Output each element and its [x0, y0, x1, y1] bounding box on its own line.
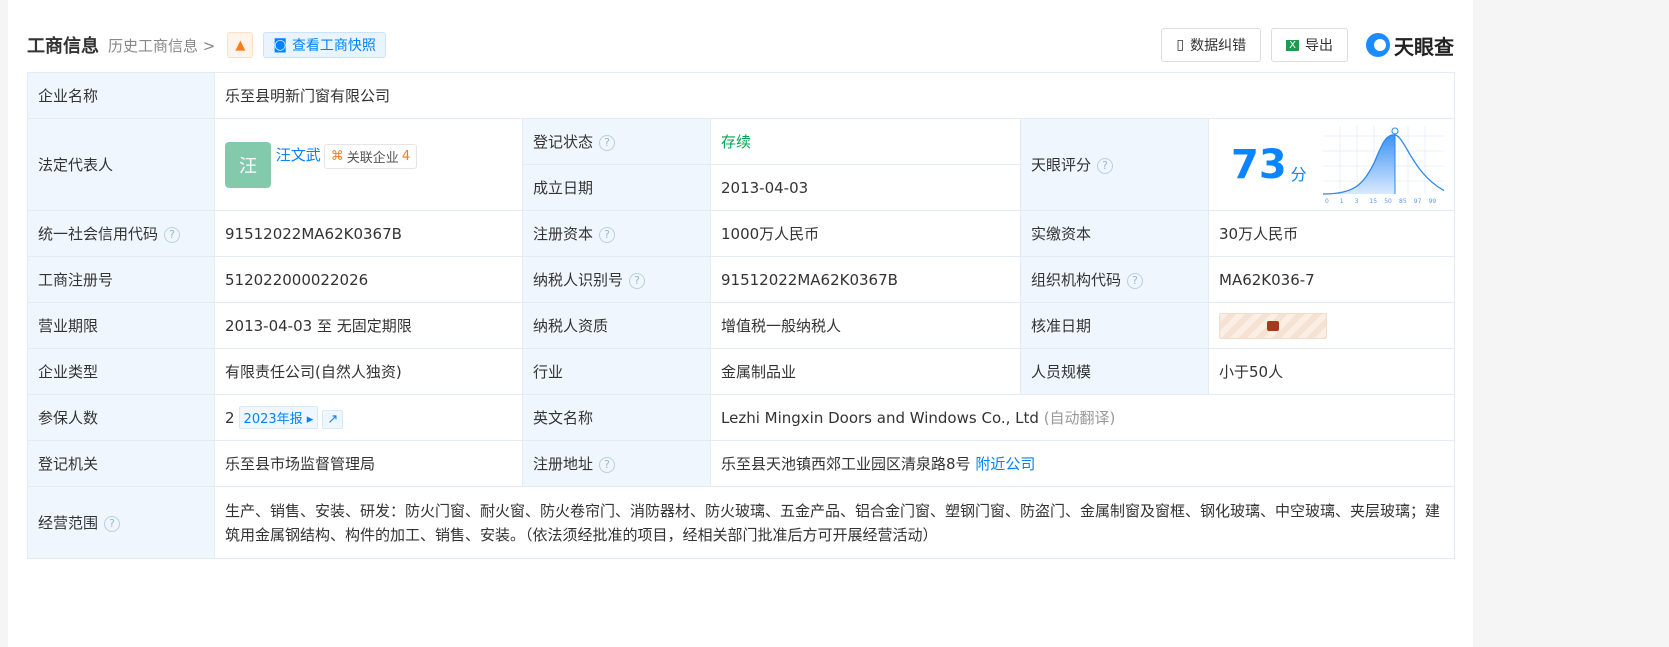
auto-translate-note: (自动翻译): [1043, 409, 1116, 427]
label: 法定代表人: [27, 118, 215, 211]
label: 营业期限: [27, 302, 215, 349]
snapshot-label: 查看工商快照: [291, 38, 376, 54]
label: 经营范围: [38, 514, 99, 532]
tax-id: 91512022MA62K0367B: [710, 256, 1021, 303]
label: 成立日期: [522, 164, 711, 211]
label: 行业: [522, 348, 711, 395]
help-icon[interactable]: ?: [1127, 272, 1144, 289]
credit-code: 91512022MA62K0367B: [214, 210, 523, 257]
excel-icon: X: [1286, 39, 1299, 51]
report-label: 2023年报: [243, 412, 303, 427]
reg-number: 512022000022026: [214, 256, 523, 303]
axis-tick-label: 1: [1339, 198, 1343, 204]
label: 人员规模: [1020, 348, 1209, 395]
label: 参保人数: [27, 394, 215, 441]
registered-capital: 1000万人民币: [710, 210, 1021, 257]
logo-icon: [1366, 33, 1390, 57]
axis-tick-label: 0: [1325, 198, 1329, 204]
label: 注册地址: [533, 455, 594, 473]
export-button[interactable]: X 导出: [1271, 28, 1348, 62]
legal-rep-link[interactable]: 汪文武: [276, 146, 321, 164]
help-icon[interactable]: ?: [104, 515, 121, 532]
history-link[interactable]: 历史工商信息 >: [108, 35, 215, 56]
label: 登记机关: [27, 440, 215, 487]
camera-icon: ◙: [273, 37, 287, 53]
correct-label: 数据纠错: [1190, 38, 1247, 54]
business-term: 2013-04-03 至 无固定期限: [214, 302, 523, 349]
label: 实缴资本: [1020, 210, 1209, 257]
score-marker-dot: [1391, 127, 1399, 134]
axis-tick-label: 15: [1369, 198, 1377, 204]
trend-chart-icon[interactable]: ↗: [322, 410, 344, 429]
label: 工商注册号: [27, 256, 215, 303]
annual-report-button[interactable]: 2023年报 ▸: [238, 406, 319, 429]
snapshot-button[interactable]: ◙ 查看工商快照: [263, 32, 386, 58]
status-value: 存续: [710, 118, 1021, 165]
found-date: 2013-04-03: [710, 164, 1021, 211]
help-icon[interactable]: ?: [599, 134, 616, 151]
label: 纳税人资质: [522, 302, 711, 349]
staff-size: 小于50人: [1208, 348, 1455, 395]
related-companies-button[interactable]: ⌘ 关联企业 4: [323, 143, 418, 169]
org-code: MA62K036-7: [1208, 256, 1455, 303]
avatar: 汪: [225, 141, 271, 188]
logo: 天眼查: [1366, 31, 1454, 60]
label: 企业类型: [27, 348, 215, 395]
help-icon[interactable]: ?: [629, 272, 646, 289]
score-unit: 分: [1290, 164, 1307, 184]
label: 注册资本: [533, 225, 594, 243]
axis-tick-label: 99: [1428, 198, 1436, 204]
header: 工商信息 历史工商信息 > ▲ ◙ 查看工商快照 ▯ 数据纠错 X 导出 天眼查: [27, 28, 1454, 62]
business-scope: 生产、销售、安装、研发：防火门窗、耐火窗、防火卷帘门、消防器材、防火玻璃、五金产…: [214, 486, 1455, 559]
label: 天眼评分: [1031, 156, 1092, 174]
help-icon[interactable]: ?: [164, 226, 181, 243]
label: 纳税人识别号: [533, 271, 624, 289]
company-type: 有限责任公司(自然人独资): [214, 348, 523, 395]
axis-tick-label: 97: [1413, 198, 1421, 204]
help-icon[interactable]: ?: [599, 456, 616, 473]
export-label: 导出: [1305, 38, 1333, 54]
help-icon[interactable]: ?: [1097, 157, 1114, 174]
industry: 金属制品业: [710, 348, 1021, 395]
info-table: 企业名称 乐至县明新门窗有限公司 法定代表人 汪 汪文武 ⌘ 关联企业 4 登记状态?…: [27, 72, 1455, 559]
related-count: 4: [401, 148, 411, 164]
document-icon: ▯: [1176, 37, 1185, 53]
label: 统一社会信用代码: [38, 225, 159, 243]
label: 企业名称: [27, 72, 215, 119]
score-distribution-chart[interactable]: 0 1 3 15 50 85 97 99 100: [1322, 125, 1444, 204]
label: 组织机构代码: [1031, 271, 1122, 289]
insured-count: 2: [225, 409, 235, 427]
axis-tick-label: 3: [1354, 198, 1358, 204]
locked-value[interactable]: [1219, 312, 1327, 339]
panel: 工商信息 历史工商信息 > ▲ ◙ 查看工商快照 ▯ 数据纠错 X 导出 天眼查 企业…: [8, 0, 1473, 647]
axis-tick-label: 50: [1384, 198, 1392, 204]
authority: 乐至县市场监督管理局: [214, 440, 523, 487]
logo-text: 天眼查: [1394, 34, 1454, 59]
tax-qualification: 增值税一般纳税人: [710, 302, 1021, 349]
score-value: 73: [1231, 141, 1287, 188]
label: 英文名称: [522, 394, 711, 441]
paid-capital: 30万人民币: [1208, 210, 1455, 257]
axis-tick-label: 100: [1443, 198, 1444, 204]
help-icon[interactable]: ?: [599, 226, 616, 243]
address: 乐至县天池镇西郊工业园区清泉路8号: [721, 455, 971, 473]
bell-icon[interactable]: ▲: [227, 32, 254, 58]
company-name: 乐至县明新门窗有限公司: [214, 72, 1455, 119]
related-label: 关联企业: [346, 150, 399, 166]
label: 核准日期: [1020, 302, 1209, 349]
label: 登记状态: [533, 133, 594, 151]
axis-tick-label: 85: [1399, 198, 1407, 204]
correct-button[interactable]: ▯ 数据纠错: [1161, 28, 1262, 62]
section-title: 工商信息: [27, 36, 99, 57]
lock-icon: [1267, 320, 1279, 331]
english-name: Lezhi Mingxin Doors and Windows Co., Ltd: [721, 409, 1039, 427]
nearby-companies-link[interactable]: 附近公司: [975, 455, 1035, 473]
network-icon: ⌘: [330, 148, 344, 164]
